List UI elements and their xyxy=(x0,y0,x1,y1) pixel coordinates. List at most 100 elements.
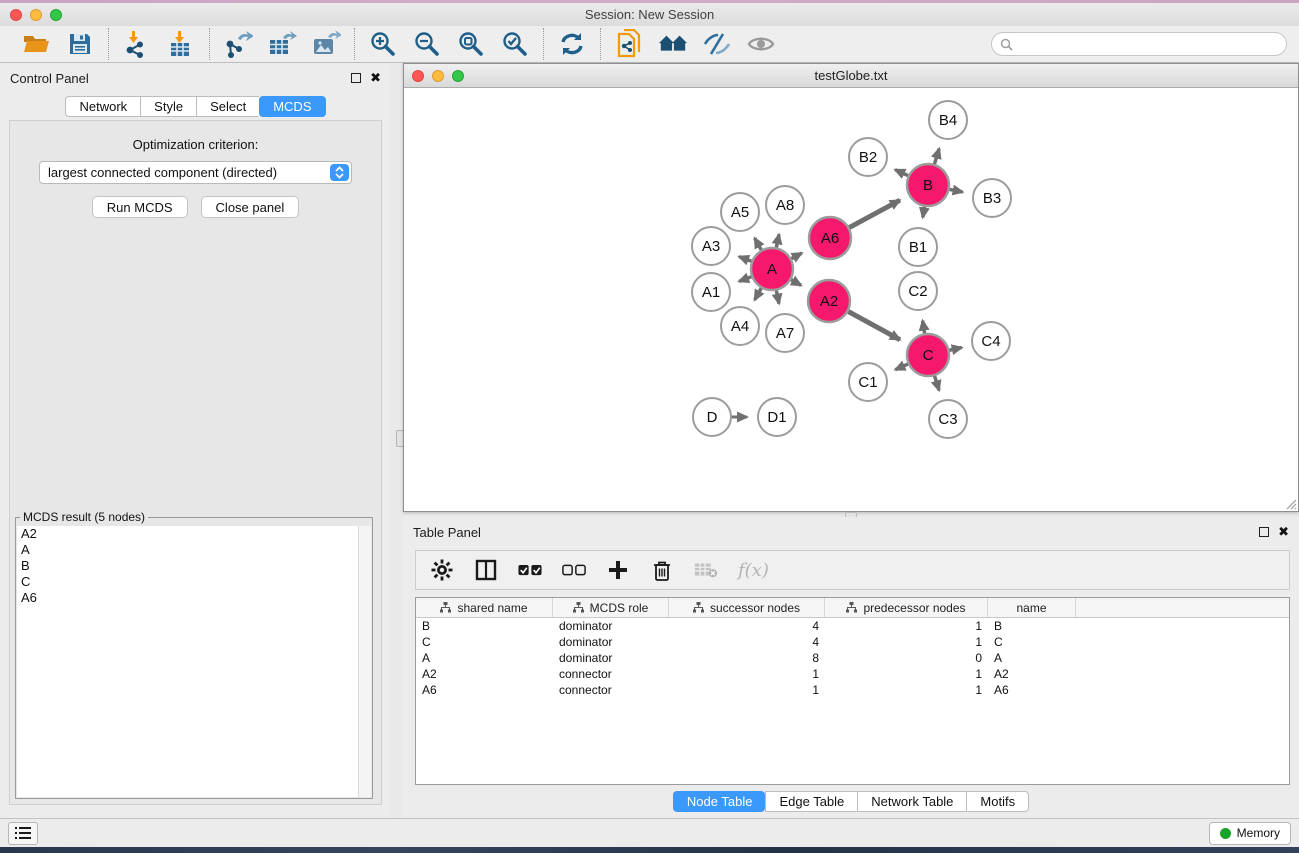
memory-status-icon xyxy=(1220,828,1231,839)
table-row[interactable]: Cdominator41C xyxy=(416,634,1289,650)
zoom-fit-icon[interactable] xyxy=(456,29,486,59)
zoom-out-icon[interactable] xyxy=(412,29,442,59)
settings-gear-icon[interactable] xyxy=(430,558,454,582)
graph-node-B3[interactable]: B3 xyxy=(973,179,1011,217)
export-network-icon[interactable] xyxy=(223,29,253,59)
column-header-successor-nodes[interactable]: successor nodes xyxy=(669,598,825,617)
node-label: A6 xyxy=(821,230,839,247)
mcds-result-item[interactable]: C xyxy=(17,574,371,590)
search-input[interactable] xyxy=(1018,37,1278,51)
search-field[interactable] xyxy=(991,32,1287,56)
tab-edge-table[interactable]: Edge Table xyxy=(765,791,857,812)
graph-node-A5[interactable]: A5 xyxy=(721,193,759,231)
node-table[interactable]: shared nameMCDS rolesuccessor nodesprede… xyxy=(415,597,1290,785)
table-panel: Table Panel ✖ xyxy=(403,517,1299,818)
table-row[interactable]: Bdominator41B xyxy=(416,618,1289,634)
mcds-result-list[interactable]: A2ABCA6 xyxy=(17,526,371,797)
run-mcds-button[interactable]: Run MCDS xyxy=(92,196,188,218)
graph-node-B2[interactable]: B2 xyxy=(849,138,887,176)
memory-button[interactable]: Memory xyxy=(1209,822,1291,845)
graph-node-C1[interactable]: C1 xyxy=(849,363,887,401)
graph-node-A2[interactable]: A2 xyxy=(808,280,850,322)
graph-node-C[interactable]: C xyxy=(907,334,949,376)
table-header-row: shared nameMCDS rolesuccessor nodesprede… xyxy=(416,598,1289,618)
graph-node-C2[interactable]: C2 xyxy=(899,272,937,310)
float-panel-icon[interactable] xyxy=(351,73,361,83)
tab-node-table[interactable]: Node Table xyxy=(673,791,766,812)
close-panel-button[interactable]: Close panel xyxy=(201,196,300,218)
mcds-result-item[interactable]: B xyxy=(17,558,371,574)
graph-node-D1[interactable]: D1 xyxy=(758,398,796,436)
graph-node-B[interactable]: B xyxy=(907,164,949,206)
new-network-from-file-icon[interactable] xyxy=(614,29,644,59)
graph-node-A6[interactable]: A6 xyxy=(809,217,851,259)
criterion-dropdown[interactable]: largest connected component (directed) xyxy=(39,161,352,184)
column-header-predecessor-nodes[interactable]: predecessor nodes xyxy=(825,598,988,617)
graph-node-A8[interactable]: A8 xyxy=(766,186,804,224)
graph-node-D[interactable]: D xyxy=(693,398,731,436)
delete-column-icon[interactable] xyxy=(650,558,674,582)
export-image-icon[interactable] xyxy=(311,29,341,59)
node-label: B4 xyxy=(939,112,957,129)
table-row[interactable]: Adominator80A xyxy=(416,650,1289,666)
tab-style[interactable]: Style xyxy=(140,96,196,117)
deselect-all-checkboxes-icon[interactable] xyxy=(562,558,586,582)
show-graphics-details-icon[interactable] xyxy=(702,29,732,59)
graph-node-A1[interactable]: A1 xyxy=(692,273,730,311)
import-network-icon[interactable] xyxy=(122,29,152,59)
home-icon[interactable] xyxy=(658,29,688,59)
window-resize-grip[interactable] xyxy=(1283,496,1297,510)
node-label: D xyxy=(707,409,718,426)
edge-A2-C[interactable] xyxy=(846,310,900,340)
mcds-result-item[interactable]: A6 xyxy=(17,590,371,606)
column-header-shared-name[interactable]: shared name xyxy=(416,598,553,617)
toggle-panes-icon[interactable] xyxy=(474,558,498,582)
table-cell: 1 xyxy=(669,682,825,698)
mcds-result-item[interactable]: A2 xyxy=(17,526,371,542)
column-header-name[interactable]: name xyxy=(988,598,1076,617)
network-canvas[interactable]: B4 B2 B B3 A5A8 A6 A3 B1 A A1 C2 A2 A4A7 C C4 C1 C3 D D1 xyxy=(404,88,1298,511)
result-scrollbar[interactable] xyxy=(358,526,371,797)
table-row[interactable]: A6connector11A6 xyxy=(416,682,1289,698)
table-cell: connector xyxy=(553,666,669,682)
hide-graphics-details-icon[interactable] xyxy=(746,29,776,59)
node-label: C1 xyxy=(858,374,877,391)
tab-select[interactable]: Select xyxy=(196,96,259,117)
tab-mcds[interactable]: MCDS xyxy=(259,96,325,117)
zoom-selected-icon[interactable] xyxy=(500,29,530,59)
column-header-MCDS-role[interactable]: MCDS role xyxy=(553,598,669,617)
table-cell: dominator xyxy=(553,650,669,666)
table-row[interactable]: A2connector11A2 xyxy=(416,666,1289,682)
tab-motifs[interactable]: Motifs xyxy=(966,791,1029,812)
graph-node-C3[interactable]: C3 xyxy=(929,400,967,438)
table-cell: C xyxy=(416,634,553,650)
desktop-wallpaper-strip xyxy=(0,847,1299,853)
graph-node-C4[interactable]: C4 xyxy=(972,322,1010,360)
tab-network-table[interactable]: Network Table xyxy=(857,791,966,812)
edge-A6-B[interactable] xyxy=(847,200,900,229)
export-table-icon[interactable] xyxy=(267,29,297,59)
graph-node-A4[interactable]: A4 xyxy=(721,307,759,345)
graph-node-A7[interactable]: A7 xyxy=(766,314,804,352)
graph-node-A3[interactable]: A3 xyxy=(692,227,730,265)
save-session-icon[interactable] xyxy=(65,29,95,59)
select-all-checkboxes-icon[interactable] xyxy=(518,558,542,582)
add-column-icon[interactable] xyxy=(606,558,630,582)
refresh-network-icon[interactable] xyxy=(557,29,587,59)
graph-node-B4[interactable]: B4 xyxy=(929,101,967,139)
zoom-in-icon[interactable] xyxy=(368,29,398,59)
app-titlebar: Session: New Session xyxy=(0,3,1299,26)
mcds-result-item[interactable]: A xyxy=(17,542,371,558)
graph-node-B1[interactable]: B1 xyxy=(899,228,937,266)
import-table-icon[interactable] xyxy=(166,29,196,59)
task-history-button[interactable] xyxy=(8,822,38,845)
close-panel-icon[interactable]: ✖ xyxy=(370,73,381,83)
node-label: A xyxy=(767,261,777,278)
close-table-panel-icon[interactable]: ✖ xyxy=(1278,527,1289,537)
table-cell: B xyxy=(988,618,1076,634)
network-window-titlebar[interactable]: testGlobe.txt xyxy=(404,64,1298,88)
tab-network[interactable]: Network xyxy=(65,96,140,117)
float-table-panel-icon[interactable] xyxy=(1259,527,1269,537)
open-session-icon[interactable] xyxy=(21,29,51,59)
graph-node-A[interactable]: A xyxy=(751,248,793,290)
